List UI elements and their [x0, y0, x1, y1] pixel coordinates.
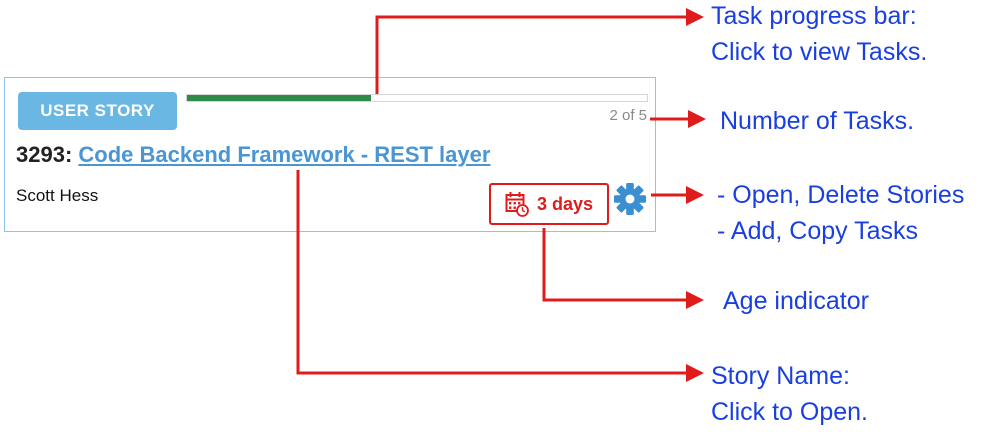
story-name-callout-arrowhead — [686, 364, 704, 382]
progress-bar-note-line2: Click to view Tasks. — [711, 38, 928, 66]
progress-bar-callout-line — [375, 15, 690, 94]
story-name-note: Story Name: Click to Open. — [711, 358, 868, 430]
age-callout-arrowhead — [686, 291, 704, 309]
task-count-note: Number of Tasks. — [720, 107, 915, 135]
age-callout-line — [542, 228, 690, 302]
progress-bar-note: Task progress bar: Click to view Tasks. — [711, 0, 927, 70]
story-name-note-line1: Story Name: — [711, 362, 850, 390]
gear-callout-arrowhead — [686, 186, 704, 204]
gear-menu-note: - Open, Delete Stories - Add, Copy Tasks — [717, 177, 964, 249]
gear-menu-note-line1: - Open, Delete Stories — [717, 181, 965, 209]
task-count-callout-arrowhead — [688, 110, 706, 128]
story-name-callout-line — [296, 170, 690, 375]
progress-bar-callout-arrowhead — [686, 8, 704, 26]
progress-bar-note-line1: Task progress bar: — [711, 2, 917, 30]
gear-menu-note-line2: - Add, Copy Tasks — [717, 217, 919, 245]
age-indicator-note: Age indicator — [723, 287, 869, 315]
story-name-note-line2: Click to Open. — [711, 398, 869, 426]
